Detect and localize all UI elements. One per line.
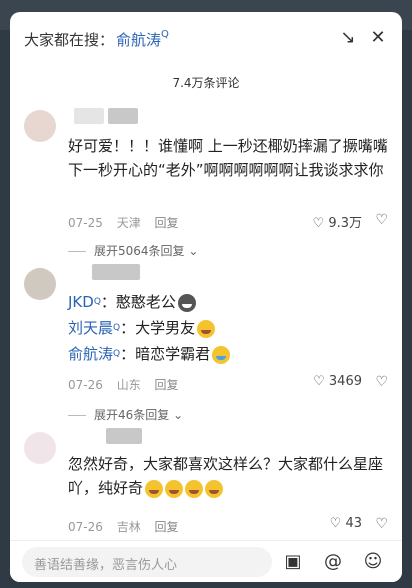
comment-input-placeholder: 善语结善缘，恶言伤人心 xyxy=(34,558,178,573)
comment-text: 好可爱！！！谁懂啊 上一秒还椰奶摔漏了撅嘴嘴 下一秒开心的“老外”啊啊啊啊啊啊让… xyxy=(68,137,388,179)
mention-link[interactable]: JKD xyxy=(68,293,94,311)
dislike-icon[interactable]: ♡ xyxy=(375,374,388,390)
reply-button[interactable]: 回复 xyxy=(155,378,179,392)
username-blurred xyxy=(108,108,138,124)
divider xyxy=(68,251,86,252)
smile-emoji-icon xyxy=(205,479,224,498)
search-icon: Q xyxy=(93,297,101,307)
collapse-icon[interactable]: ↘ xyxy=(338,28,358,48)
comment-location: 山东 xyxy=(116,378,141,392)
chevron-down-icon: ⌄ xyxy=(188,244,199,258)
like-count: 9.3万 xyxy=(328,216,362,231)
heart-icon: ♡ xyxy=(312,216,325,231)
like-count: 43 xyxy=(345,516,362,531)
comment-input[interactable]: 善语结善缘，恶言伤人心 xyxy=(22,547,272,577)
username-blurred[interactable] xyxy=(74,108,104,124)
comment-date: 07-26 xyxy=(68,520,103,534)
avatar[interactable] xyxy=(24,110,56,142)
at-mention-icon[interactable]: @ xyxy=(322,551,344,573)
expand-replies-label: 展开5064条回复 xyxy=(94,244,185,258)
smile-emoji-icon xyxy=(145,479,164,498)
comment-line: 刘天晨Q：大学男友 xyxy=(68,316,388,340)
smile-emoji-icon xyxy=(165,479,184,498)
comment-text: ：暗恋学霸君 xyxy=(120,345,211,363)
heart-icon: ♡ xyxy=(329,516,342,531)
comment-date: 07-25 xyxy=(68,216,103,230)
like-button[interactable]: ♡ 3469 xyxy=(313,374,362,389)
expand-replies-label: 展开46条回复 xyxy=(94,408,170,422)
avatar[interactable] xyxy=(24,432,56,464)
username-blurred[interactable] xyxy=(106,428,142,444)
reply-button[interactable]: 回复 xyxy=(155,520,179,534)
smile-emoji-icon xyxy=(197,319,216,338)
search-prefix: 大家都在搜： xyxy=(24,31,115,49)
expand-replies-button[interactable]: 展开5064条回复 ⌄ xyxy=(68,242,198,259)
comment-text: ：大学男友 xyxy=(120,319,196,337)
image-icon[interactable]: ▣ xyxy=(282,551,304,573)
comment-text-wrap: 忽然好奇，大家都喜欢这样么？大家都什么星座吖，纯好奇 xyxy=(68,452,388,500)
like-button[interactable]: ♡ 9.3万 xyxy=(313,212,362,231)
comment-meta: 07-26 吉林 回复 xyxy=(68,518,189,535)
reply-button[interactable]: 回复 xyxy=(155,216,179,230)
smile-emoji-icon xyxy=(185,479,204,498)
comment-text: ：憨憨老公 xyxy=(100,293,176,311)
comment-location: 吉林 xyxy=(116,520,141,534)
comments-panel: 大家都在搜： 俞航涛Q ↘ ✕ 7.4万条评论 好可爱！！！谁懂啊 上一秒还椰奶… xyxy=(10,12,402,582)
like-count: 3469 xyxy=(328,374,362,389)
comment-text: 忽然好奇，大家都喜欢这样么？大家都什么星座吖，纯好奇 xyxy=(68,455,384,497)
cat-emoji-icon xyxy=(177,293,196,312)
comment-input-bar: 善语结善缘，恶言伤人心 ▣ @ ☺ xyxy=(10,540,402,582)
panel-header: 大家都在搜： 俞航涛Q ↘ ✕ xyxy=(10,12,402,64)
search-suggestion-text: 俞航涛 xyxy=(116,31,162,49)
like-button[interactable]: ♡ 43 xyxy=(330,516,362,531)
comment-count: 7.4万条评论 xyxy=(172,76,240,90)
comment-meta: 07-26 山东 回复 xyxy=(68,376,189,393)
expand-replies-button[interactable]: 展开46条回复 ⌄ xyxy=(68,406,183,423)
mention-link[interactable]: 刘天晨 xyxy=(68,319,113,337)
search-suggestion-link[interactable]: 俞航涛Q xyxy=(116,29,169,50)
cry-emoji-icon xyxy=(212,345,231,364)
search-icon: Q xyxy=(161,29,169,40)
comment-location: 天津 xyxy=(116,216,141,230)
heart-icon: ♡ xyxy=(313,374,325,389)
comment-date: 07-26 xyxy=(68,378,103,392)
dislike-icon[interactable]: ♡ xyxy=(375,516,388,532)
comment-meta: 07-25 天津 回复 xyxy=(68,214,189,231)
mention-link[interactable]: 俞航涛 xyxy=(68,345,113,363)
avatar[interactable] xyxy=(24,268,56,300)
close-icon[interactable]: ✕ xyxy=(368,28,388,48)
comment-line: 俞航涛Q：暗恋学霸君 xyxy=(68,342,388,366)
username-blurred[interactable] xyxy=(92,264,140,280)
dislike-icon[interactable]: ♡ xyxy=(375,212,388,228)
chevron-down-icon: ⌄ xyxy=(173,408,184,422)
emoji-icon[interactable]: ☺ xyxy=(362,551,384,573)
divider xyxy=(68,415,86,416)
comment-line: JKDQ：憨憨老公 xyxy=(68,290,388,314)
